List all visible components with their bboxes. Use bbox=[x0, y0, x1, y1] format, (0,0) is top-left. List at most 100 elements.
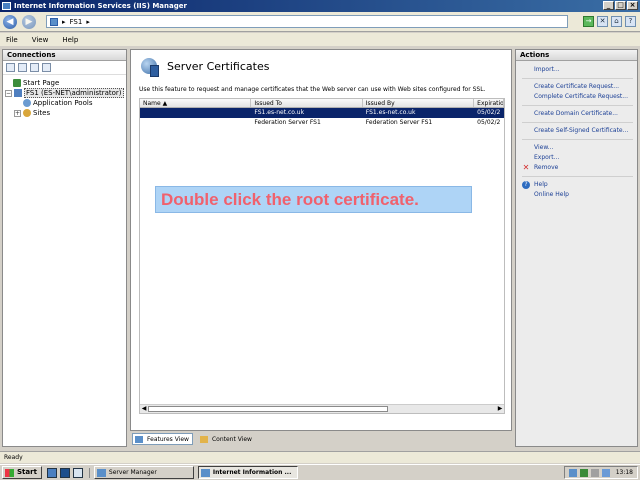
help-icon[interactable]: ? bbox=[625, 16, 636, 27]
tray-app-icon[interactable] bbox=[568, 468, 577, 477]
disconnect-icon[interactable] bbox=[42, 63, 51, 72]
clock[interactable]: 13:18 bbox=[616, 469, 633, 476]
status-bar: Ready bbox=[0, 451, 640, 463]
taskbar-item-server-manager[interactable]: Server Manager bbox=[93, 466, 194, 479]
actions-list: Import... Create Certificate Request... … bbox=[516, 61, 637, 204]
cell-issued-by: FS1.es-net.co.uk bbox=[365, 109, 416, 116]
column-label: Name bbox=[143, 100, 161, 107]
action-help[interactable]: ? Help bbox=[520, 180, 633, 190]
system-tray: 13:18 bbox=[563, 466, 638, 479]
tab-label: Features View bbox=[147, 436, 189, 443]
tray-speaker-icon[interactable] bbox=[590, 468, 599, 477]
instruction-callout: Double click the root certificate. bbox=[155, 186, 472, 213]
action-complete-certificate-request[interactable]: Complete Certificate Request... bbox=[520, 92, 633, 102]
help-circle-icon: ? bbox=[522, 181, 530, 189]
feature-header: Server Certificates bbox=[139, 56, 270, 77]
quick-launch bbox=[46, 467, 90, 478]
window-title: Internet Information Services (IIS) Mana… bbox=[14, 2, 187, 10]
actions-header: Actions bbox=[516, 50, 637, 61]
menu-bar: File View Help bbox=[0, 33, 640, 46]
page-title: Server Certificates bbox=[167, 59, 270, 73]
server-certificates-pane: Server Certificates Use this feature to … bbox=[130, 49, 512, 431]
cell-issued-to: FS1.es-net.co.uk bbox=[254, 109, 305, 116]
action-view[interactable]: View... bbox=[520, 143, 633, 153]
address-toolbar: ◀ ▶ ▸ FS1 ▸ → ✕ ⌂ ? bbox=[0, 12, 640, 32]
action-import[interactable]: Import... bbox=[520, 65, 633, 75]
address-node-fs1[interactable]: FS1 bbox=[70, 18, 83, 26]
tree-item-label: Start Page bbox=[23, 79, 60, 87]
tree-item-server[interactable]: − FS1 (ES-NET\administrator) bbox=[5, 88, 124, 98]
tree-item-sites[interactable]: + Sites bbox=[5, 108, 124, 118]
action-create-domain-certificate[interactable]: Create Domain Certificate... bbox=[520, 109, 633, 119]
tab-label: Content View bbox=[211, 436, 252, 443]
home-icon[interactable]: ⌂ bbox=[611, 16, 622, 27]
features-view-icon bbox=[135, 436, 143, 443]
cell-name bbox=[140, 118, 251, 128]
tray-network-icon[interactable] bbox=[579, 468, 588, 477]
back-arrow-icon[interactable]: ◀ bbox=[3, 15, 17, 29]
table-row[interactable]: Federation Server FS1 Federation Server … bbox=[140, 118, 504, 128]
tray-monitor-icon[interactable] bbox=[601, 468, 610, 477]
taskbar: Start Server Manager Internet Informatio… bbox=[0, 464, 640, 480]
tab-features-view[interactable]: Features View bbox=[132, 433, 193, 445]
scrollbar-thumb[interactable] bbox=[148, 406, 388, 412]
action-label: Help bbox=[534, 181, 548, 188]
cell-issued-to: Federation Server FS1 bbox=[254, 119, 321, 126]
action-online-help[interactable]: Online Help bbox=[520, 190, 633, 200]
go-icon[interactable]: → bbox=[583, 16, 594, 27]
start-button[interactable]: Start bbox=[2, 466, 42, 479]
minimize-button[interactable]: _ bbox=[603, 1, 614, 10]
close-button[interactable]: × bbox=[627, 1, 638, 10]
action-separator bbox=[522, 139, 633, 140]
action-separator bbox=[522, 176, 633, 177]
tab-content-view[interactable]: Content View bbox=[197, 433, 256, 445]
column-header-issued-to[interactable]: Issued To bbox=[251, 99, 363, 107]
table-row[interactable]: FS1.es-net.co.uk FS1.es-net.co.uk 05/02/… bbox=[140, 108, 504, 118]
sort-up-icon: ▲ bbox=[162, 100, 168, 107]
name-column-shade bbox=[140, 108, 252, 403]
scroll-left-icon[interactable]: ◀ bbox=[140, 405, 148, 413]
up-icon[interactable] bbox=[30, 63, 39, 72]
column-header-issued-by[interactable]: Issued By bbox=[363, 99, 475, 107]
address-separator-end[interactable]: ▸ bbox=[86, 18, 90, 26]
menu-file[interactable]: File bbox=[6, 36, 18, 44]
collapse-icon[interactable]: − bbox=[5, 89, 12, 97]
forward-arrow-icon[interactable]: ▶ bbox=[22, 15, 36, 29]
task-label: Internet Information ... bbox=[212, 469, 292, 476]
horizontal-scrollbar[interactable]: ◀ ▶ bbox=[140, 404, 504, 413]
action-create-certificate-request[interactable]: Create Certificate Request... bbox=[520, 82, 633, 92]
taskbar-item-iis-manager[interactable]: Internet Information ... bbox=[197, 466, 298, 479]
connect-icon[interactable] bbox=[6, 63, 15, 72]
action-separator bbox=[522, 78, 633, 79]
cell-issued-by: Federation Server FS1 bbox=[365, 119, 433, 126]
start-label: Start bbox=[17, 468, 37, 476]
view-tabs: Features View Content View bbox=[130, 432, 512, 446]
tree-item-application-pools[interactable]: Application Pools bbox=[5, 98, 124, 108]
tree-item-start-page[interactable]: Start Page bbox=[5, 78, 124, 88]
table-header: Name ▲ Issued To Issued By Expiratio bbox=[140, 99, 504, 108]
action-remove[interactable]: ✕ Remove bbox=[520, 163, 633, 173]
save-icon[interactable] bbox=[18, 63, 27, 72]
action-separator bbox=[522, 105, 633, 106]
action-label: Remove bbox=[534, 164, 559, 171]
column-header-name[interactable]: Name ▲ bbox=[140, 99, 252, 107]
expand-icon[interactable]: + bbox=[14, 109, 21, 117]
connections-header: Connections bbox=[3, 50, 126, 61]
menu-help[interactable]: Help bbox=[62, 36, 78, 44]
app-pools-icon bbox=[23, 99, 31, 107]
maximize-button[interactable]: □ bbox=[615, 1, 626, 10]
powershell-icon[interactable] bbox=[59, 467, 70, 478]
stop-icon[interactable]: ✕ bbox=[597, 16, 608, 27]
menu-view[interactable]: View bbox=[32, 36, 49, 44]
action-create-self-signed-certificate[interactable]: Create Self-Signed Certificate... bbox=[520, 126, 633, 136]
cell-expiration: 05/02/2 bbox=[477, 109, 501, 116]
show-desktop-icon[interactable] bbox=[72, 467, 83, 478]
column-header-expiration[interactable]: Expiratio bbox=[474, 99, 504, 107]
scroll-right-icon[interactable]: ▶ bbox=[496, 405, 504, 413]
cell-name bbox=[140, 108, 251, 118]
server-icon bbox=[14, 89, 22, 97]
server-manager-icon[interactable] bbox=[46, 467, 57, 478]
action-export[interactable]: Export... bbox=[520, 153, 633, 163]
remove-x-icon: ✕ bbox=[522, 163, 530, 172]
address-field[interactable]: ▸ FS1 ▸ bbox=[46, 15, 568, 28]
